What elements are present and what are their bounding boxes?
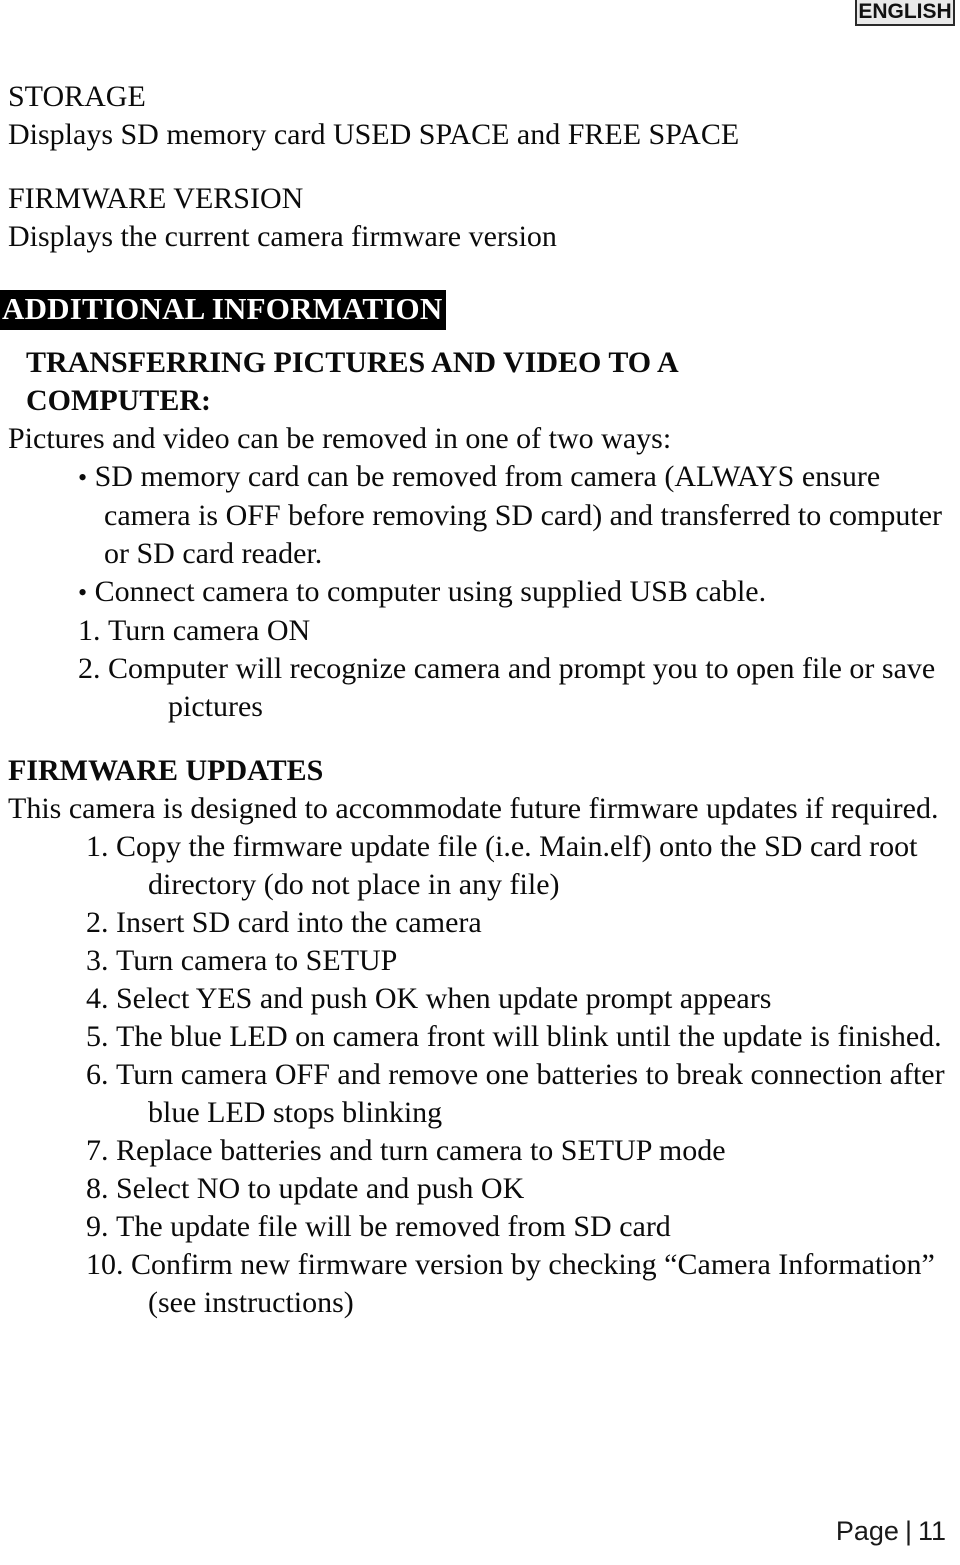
footer-separator: | (904, 1516, 912, 1546)
list-item: 3. Turn camera to SETUP (8, 942, 952, 980)
bullet-dot-icon: • (78, 463, 88, 492)
step-text: Turn camera to SETUP (116, 944, 398, 977)
transferring-heading-line-2: COMPUTER: (26, 384, 211, 417)
step-text: Insert SD card into the camera (116, 906, 482, 939)
step-text: Select NO to update and push OK (116, 1172, 525, 1205)
step-text: Turn camera ON (108, 614, 311, 647)
firmware-updates-heading: FIRMWARE UPDATES (8, 754, 324, 787)
additional-information-heading: ADDITIONAL INFORMATION (0, 290, 447, 330)
step-number: 7. (86, 1134, 109, 1167)
step-number: 4. (86, 982, 109, 1015)
list-item: 7. Replace batteries and turn camera to … (8, 1132, 952, 1170)
list-item: 8. Select NO to update and push OK (8, 1170, 952, 1208)
list-item: • SD memory card can be removed from cam… (8, 458, 952, 573)
bullet-text: SD memory card can be removed from camer… (94, 460, 943, 570)
list-item: • Connect camera to computer using suppl… (8, 573, 952, 612)
step-text: The blue LED on camera front will blink … (116, 1020, 942, 1053)
footer-page-number: 11 (917, 1516, 946, 1546)
spacer-before-firmware-updates (8, 726, 952, 752)
step-number: 2. (78, 652, 101, 685)
step-text: The update file will be removed from SD … (116, 1210, 671, 1243)
bullet-dot-icon: • (78, 578, 88, 607)
list-item: 2. Computer will recognize camera and pr… (8, 650, 952, 726)
step-text: Computer will recognize camera and promp… (108, 652, 936, 723)
storage-body: Displays SD memory card USED SPACE and F… (8, 118, 740, 151)
transferring-bullet-list: • SD memory card can be removed from cam… (8, 458, 952, 612)
spacer-after-storage (8, 154, 952, 180)
bullet-text: Connect camera to computer using supplie… (94, 575, 767, 608)
step-text: Turn camera OFF and remove one batteries… (116, 1058, 945, 1129)
list-item: 1. Turn camera ON (8, 612, 952, 650)
transferring-intro: Pictures and video can be removed in one… (8, 422, 672, 455)
firmware-version-body: Displays the current camera firmware ver… (8, 220, 557, 253)
step-text: Confirm new firmware version by checking… (131, 1248, 935, 1319)
firmware-updates-intro: This camera is designed to accommodate f… (8, 792, 939, 825)
step-text: Select YES and push OK when update promp… (116, 982, 772, 1015)
firmware-version-heading: FIRMWARE VERSION (8, 182, 304, 215)
step-number: 3. (86, 944, 109, 977)
step-number: 9. (86, 1210, 109, 1243)
step-number: 6. (86, 1058, 109, 1091)
document-page: ENGLISH STORAGE Displays SD memory card … (0, 0, 960, 1565)
language-badge: ENGLISH (855, 0, 955, 26)
list-item: 4. Select YES and push OK when update pr… (8, 980, 952, 1018)
step-number: 1. (78, 614, 101, 647)
spacer-before-additional-info (8, 256, 952, 290)
step-number: 2. (86, 906, 109, 939)
page-content: STORAGE Displays SD memory card USED SPA… (0, 78, 952, 1322)
step-text: Copy the firmware update file (i.e. Main… (116, 830, 918, 901)
spacer-after-additional-info (8, 330, 952, 344)
step-number: 5. (86, 1020, 109, 1053)
step-text: Replace batteries and turn camera to SET… (116, 1134, 726, 1167)
footer-page-label: Page (835, 1516, 899, 1546)
list-item: 5. The blue LED on camera front will bli… (8, 1018, 952, 1056)
transferring-step-list: 1. Turn camera ON 2. Computer will recog… (8, 612, 952, 726)
list-item: 1. Copy the firmware update file (i.e. M… (8, 828, 952, 904)
storage-heading: STORAGE (8, 80, 146, 113)
additional-information-heading-row: ADDITIONAL INFORMATION (0, 290, 952, 330)
language-badge-label: ENGLISH (858, 0, 952, 23)
list-item: 2. Insert SD card into the camera (8, 904, 952, 942)
transferring-heading-line-1: TRANSFERRING PICTURES AND VIDEO TO A (26, 346, 679, 379)
step-number: 1. (86, 830, 109, 863)
list-item: 6. Turn camera OFF and remove one batter… (8, 1056, 952, 1132)
list-item: 10. Confirm new firmware version by chec… (8, 1246, 952, 1322)
step-number: 8. (86, 1172, 109, 1205)
firmware-updates-step-list: 1. Copy the firmware update file (i.e. M… (8, 828, 952, 1322)
page-footer: Page | 11 (0, 1516, 946, 1547)
list-item: 9. The update file will be removed from … (8, 1208, 952, 1246)
step-number: 10. (86, 1248, 124, 1281)
